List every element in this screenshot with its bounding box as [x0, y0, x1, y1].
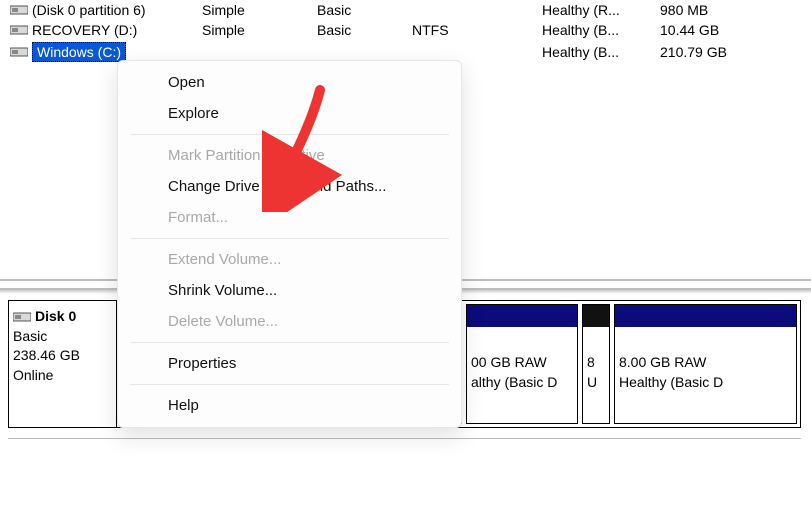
- volume-size: 980 MB: [658, 2, 758, 18]
- volume-layout: Basic: [315, 2, 410, 18]
- volume-name: RECOVERY (D:): [30, 22, 200, 38]
- table-row[interactable]: (Disk 0 partition 6) Simple Basic Health…: [0, 0, 811, 20]
- disk-size: 238.46 GB: [13, 346, 110, 366]
- partition-size: 8.00 GB RAW: [619, 353, 792, 373]
- volume-size: 210.79 GB: [658, 44, 758, 60]
- menu-shrink-volume[interactable]: Shrink Volume...: [118, 275, 461, 306]
- volume-icon: [0, 4, 30, 16]
- partition-size: 8: [587, 353, 605, 373]
- volume-size: 10.44 GB: [658, 22, 758, 38]
- volume-name: Windows (C:): [30, 42, 200, 62]
- volume-icon: [0, 24, 30, 36]
- menu-delete-volume: Delete Volume...: [118, 306, 461, 337]
- volume-layout: Basic: [315, 22, 410, 38]
- menu-format: Format...: [118, 202, 461, 233]
- volume-status: Healthy (B...: [540, 44, 658, 60]
- volume-type: Simple: [200, 2, 315, 18]
- menu-separator: [130, 134, 449, 135]
- volume-fs: NTFS: [410, 22, 540, 38]
- menu-explore[interactable]: Explore: [118, 98, 461, 129]
- partition-box-unallocated[interactable]: 8 U: [582, 304, 610, 424]
- menu-properties[interactable]: Properties: [118, 348, 461, 379]
- menu-separator: [130, 238, 449, 239]
- menu-mark-partition-active: Mark Partition as Active: [118, 140, 461, 171]
- partition-color-bar: [467, 305, 577, 327]
- menu-change-drive-letter[interactable]: Change Drive Letter and Paths...: [118, 171, 461, 202]
- selected-volume-label: Windows (C:): [32, 42, 126, 62]
- volume-status: Healthy (R...: [540, 2, 658, 18]
- disk-type: Basic: [13, 327, 110, 347]
- partition-status: U: [587, 373, 605, 393]
- bottom-rule: [8, 438, 801, 439]
- partition-size: 00 GB RAW: [471, 353, 573, 373]
- partition-status: Healthy (Basic D: [619, 373, 792, 393]
- partition-status: althy (Basic D: [471, 373, 573, 393]
- context-menu: Open Explore Mark Partition as Active Ch…: [117, 60, 462, 428]
- partition-color-bar: [615, 305, 796, 327]
- disk-icon: [13, 311, 31, 323]
- menu-separator: [130, 384, 449, 385]
- partition-box[interactable]: 8.00 GB RAW Healthy (Basic D: [614, 304, 797, 424]
- partition-box[interactable]: 00 GB RAW althy (Basic D: [466, 304, 578, 424]
- menu-help[interactable]: Help: [118, 390, 461, 421]
- disk-header[interactable]: Disk 0 Basic 238.46 GB Online: [9, 301, 117, 427]
- partition-color-bar: [583, 305, 609, 327]
- volume-list[interactable]: (Disk 0 partition 6) Simple Basic Health…: [0, 0, 811, 64]
- volume-type: Simple: [200, 22, 315, 38]
- menu-separator: [130, 342, 449, 343]
- disk-title: Disk 0: [35, 307, 76, 327]
- menu-extend-volume: Extend Volume...: [118, 244, 461, 275]
- table-row[interactable]: RECOVERY (D:) Simple Basic NTFS Healthy …: [0, 20, 811, 40]
- volume-name: (Disk 0 partition 6): [30, 2, 200, 18]
- menu-open[interactable]: Open: [118, 67, 461, 98]
- volume-icon: [0, 46, 30, 58]
- disk-status: Online: [13, 366, 110, 386]
- volume-status: Healthy (B...: [540, 22, 658, 38]
